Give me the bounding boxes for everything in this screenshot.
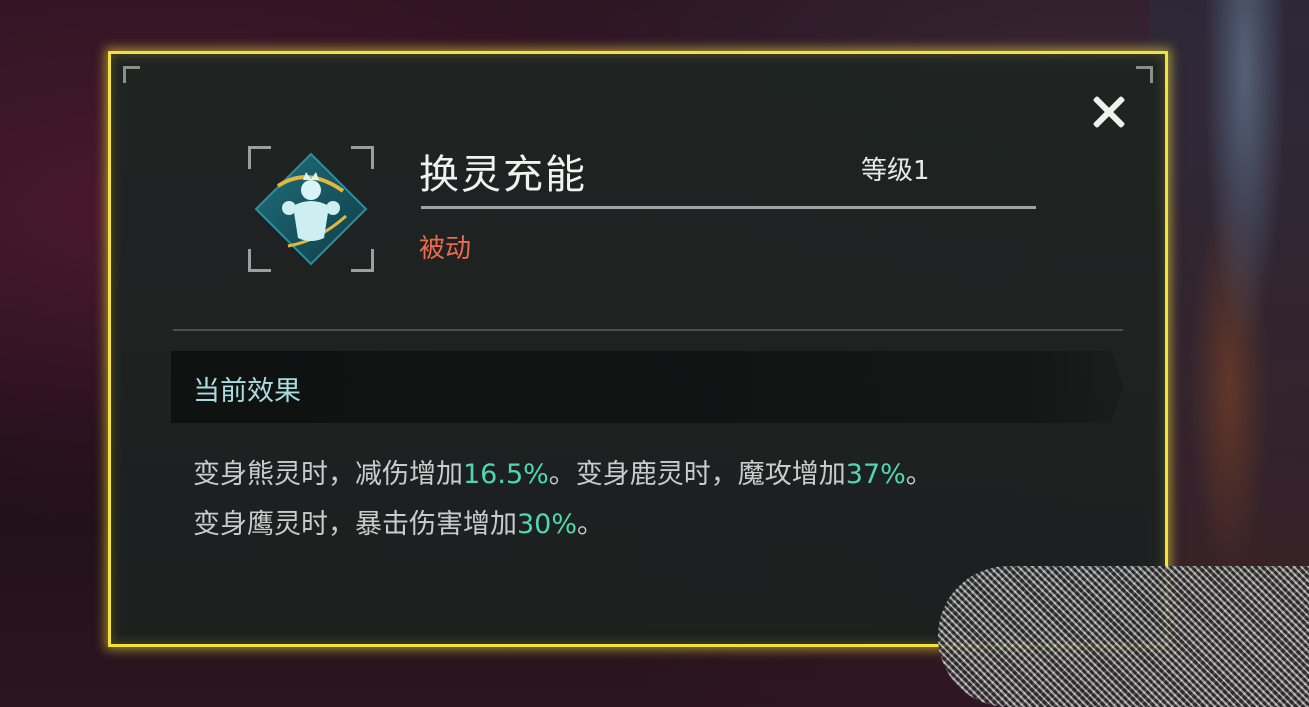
- effect-text: 。变身鹿灵时，魔攻增加: [548, 459, 846, 490]
- frame-corner-top-right: [1136, 66, 1153, 83]
- skill-type-badge: 被动: [419, 234, 472, 264]
- spirit-figure-icon: [254, 152, 368, 266]
- current-effect-title: 当前效果: [193, 376, 301, 407]
- effect-text: 。: [577, 509, 605, 540]
- watermark-overlay: [938, 566, 1309, 707]
- title-divider: [421, 206, 1036, 209]
- effect-line-2: 变身鹰灵时，暴击伤害增加30%。: [193, 500, 1093, 550]
- frame-corner-top-left: [123, 66, 140, 83]
- effect-line-1: 变身熊灵时，减伤增加16.5%。变身鹿灵时，魔攻增加37%。: [193, 450, 1093, 500]
- effect-value: 16.5%: [463, 459, 549, 490]
- effect-description: 变身熊灵时，减伤增加16.5%。变身鹿灵时，魔攻增加37%。 变身鹰灵时，暴击伤…: [193, 450, 1093, 550]
- current-effect-header: 当前效果: [171, 351, 1123, 423]
- game-scene: 换灵充能 等级1 被动 当前效果 变身熊灵时，减伤增加16.5%。变身鹿灵时，魔…: [0, 0, 1309, 707]
- skill-name: 换灵充能: [419, 152, 587, 198]
- skill-icon-frame: [248, 146, 374, 272]
- effect-text: 变身熊灵时，减伤增加: [193, 459, 463, 490]
- effect-value: 30%: [517, 509, 578, 540]
- effect-text: 变身鹰灵时，暴击伤害增加: [193, 509, 517, 540]
- close-icon[interactable]: [1086, 90, 1130, 134]
- section-divider: [173, 329, 1123, 331]
- effect-value: 37%: [845, 459, 906, 490]
- skill-detail-dialog: 换灵充能 等级1 被动 当前效果 变身熊灵时，减伤增加16.5%。变身鹿灵时，魔…: [108, 51, 1168, 647]
- skill-level: 等级1: [861, 156, 930, 186]
- effect-text: 。: [905, 459, 933, 490]
